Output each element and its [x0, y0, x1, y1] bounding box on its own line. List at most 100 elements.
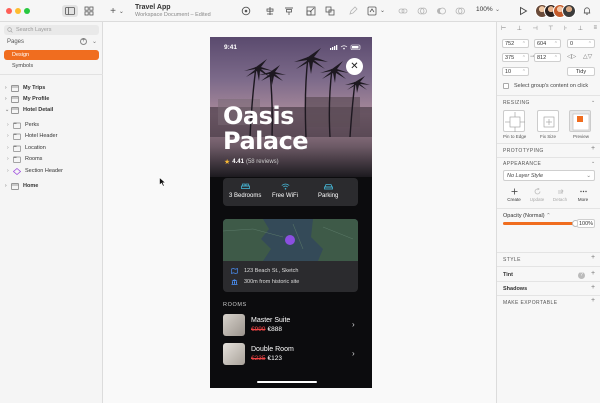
height-field[interactable]: 812 ⌃ [534, 53, 561, 62]
layer-item[interactable]: › Section Header [7, 166, 63, 176]
add-prototyping-icon[interactable]: + [591, 145, 595, 152]
more-icon [579, 190, 587, 193]
flip-vertical-icon[interactable]: △▽ [583, 53, 592, 60]
map[interactable] [223, 219, 358, 261]
zoom-level[interactable]: 100% [476, 6, 493, 13]
select-content-checkbox-row[interactable]: Select group's content on click [503, 83, 588, 89]
components-button[interactable] [82, 5, 96, 17]
align-right-icon[interactable]: ⊣ [533, 25, 538, 33]
layer-item[interactable]: ⌄ Hotel Detail [5, 105, 53, 115]
x-field[interactable]: 752 ⌃ [502, 39, 529, 48]
room-old-price: €235 [251, 355, 266, 362]
page-item-design[interactable]: Design [4, 50, 99, 60]
detach-style-button[interactable]: Detach [549, 188, 571, 202]
distance-text: 300m from historic site [244, 279, 300, 285]
close-window-button[interactable] [6, 8, 12, 14]
pen-icon[interactable] [348, 6, 358, 16]
layer-label: Hotel Header [25, 133, 58, 139]
align-top-icon[interactable]: ⊤ [548, 25, 553, 33]
divider [497, 266, 600, 267]
avatar[interactable] [562, 4, 576, 18]
room-item-master-suite[interactable]: Master Suite €999 €888 › [223, 314, 358, 336]
chevron-down-icon[interactable]: ⌄ [591, 98, 595, 104]
link-icon[interactable] [398, 6, 408, 16]
page-item-symbols[interactable]: Symbols [4, 61, 99, 71]
room-item-double-room[interactable]: Double Room €235 €123 › [223, 343, 358, 365]
insert-button[interactable]: + ⌄ [110, 5, 124, 17]
pin-to-edge-option[interactable] [503, 110, 525, 132]
add-style-icon[interactable]: + [591, 254, 595, 261]
y-field[interactable]: 604 ⌃ [534, 39, 561, 48]
rating: ★ 4.41 (58 reviews) [224, 158, 279, 166]
width-field[interactable]: 375 ⌃ [502, 53, 529, 62]
room-old-price: €999 [251, 326, 266, 333]
align-icon[interactable] [284, 6, 294, 16]
address-text: 123 Beach St., Sketch [244, 268, 299, 274]
rotation-field[interactable]: 0 ⌃ [567, 39, 595, 48]
sidebar-toggle-button[interactable] [62, 5, 78, 17]
layer-label: Section Header [25, 168, 63, 174]
layer-style-select[interactable]: No Layer Style ⌄ [503, 170, 595, 181]
transform-icon[interactable] [265, 6, 275, 16]
update-style-button[interactable]: Update [526, 188, 548, 202]
appearance-header: APPEARANCE [503, 161, 542, 167]
add-tint-icon[interactable]: + [591, 270, 595, 277]
select-content-checkbox[interactable] [503, 83, 509, 89]
close-button[interactable]: ✕ [346, 58, 363, 75]
layer-search[interactable] [4, 25, 99, 35]
chevron-down-icon[interactable]: ⌄ [92, 38, 97, 45]
corner-field[interactable]: 10 ⌃ [502, 67, 529, 76]
layer-item[interactable]: › Rooms [7, 154, 42, 164]
stepper-icon: ⌃ [521, 55, 526, 61]
layer-item[interactable]: › Location [7, 143, 46, 153]
chevron-down-icon[interactable]: ⌄ [380, 7, 390, 17]
align-middle-icon[interactable]: ⊦ [564, 25, 567, 33]
preview-option[interactable] [569, 110, 591, 132]
opacity-slider[interactable] [503, 220, 579, 227]
flip-horizontal-icon[interactable]: ◁▷ [567, 53, 576, 60]
bell-icon[interactable] [582, 6, 592, 16]
layer-item[interactable]: › My Trips [5, 83, 45, 93]
distribute-icon[interactable]: ≡ [593, 25, 597, 33]
layer-item[interactable]: › Perks [7, 120, 39, 130]
hotel-detail-artboard[interactable]: 9:41 ✕ Oasis Palace ★ 4.41 (58 reviews) … [210, 37, 372, 388]
scale-icon[interactable] [306, 6, 316, 16]
room-thumbnail [223, 343, 245, 365]
add-page-icon[interactable]: + [80, 38, 87, 45]
edit-icon[interactable] [241, 6, 251, 16]
search-input[interactable] [16, 27, 96, 33]
layer-item[interactable]: › My Profile [5, 94, 49, 104]
flatten-icon[interactable] [325, 6, 335, 16]
align-bottom-icon[interactable]: ⊥ [578, 25, 583, 33]
chevron-down-icon[interactable]: ⌄ [495, 6, 500, 13]
add-shadow-icon[interactable]: + [591, 284, 595, 291]
align-left-icon[interactable]: ⊢ [501, 25, 506, 33]
layer-item[interactable]: › Hotel Header [7, 131, 57, 141]
subtract-icon[interactable] [436, 6, 446, 16]
symbol-icon[interactable] [367, 6, 377, 16]
fix-size-option[interactable] [537, 110, 559, 132]
opacity-label[interactable]: Opacity (Normal) ⌃ [503, 213, 551, 219]
add-export-icon[interactable]: + [591, 297, 595, 304]
difference-icon[interactable] [455, 6, 465, 16]
layer-item[interactable]: › Home [5, 181, 38, 191]
create-style-button[interactable]: Create [503, 188, 525, 202]
tint-label: Tint [503, 272, 513, 278]
union-icon[interactable] [417, 6, 427, 16]
play-icon[interactable] [518, 6, 528, 16]
map-pin-icon[interactable] [285, 235, 295, 245]
more-style-label: More [577, 197, 589, 202]
tidy-button[interactable]: Tidy [567, 67, 595, 76]
chevron-down-icon[interactable]: ⌄ [591, 159, 595, 165]
more-style-button[interactable]: More [572, 188, 594, 202]
help-icon[interactable]: ? [578, 272, 585, 279]
location-card[interactable]: 123 Beach St., Sketch 300m from historic… [223, 219, 358, 292]
distance-row: 300m from historic site [231, 279, 299, 285]
opacity-value-field[interactable]: 100% [577, 219, 595, 228]
hero-image: 9:41 ✕ Oasis Palace ★ 4.41 (58 reviews) [210, 37, 372, 177]
collaborator-avatars[interactable] [535, 4, 579, 18]
align-center-icon[interactable]: ⊥ [517, 25, 522, 33]
chevron-right-icon: › [352, 320, 355, 329]
zoom-window-button[interactable] [24, 8, 30, 14]
minimize-window-button[interactable] [15, 8, 21, 14]
